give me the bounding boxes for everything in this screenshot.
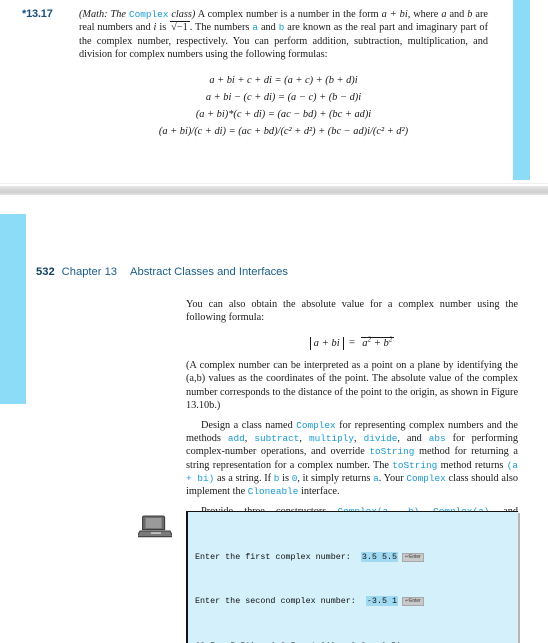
p3-complex: Complex — [296, 419, 336, 431]
exercise-sqrt-value: √−1 — [170, 21, 190, 34]
abs-bars: a + bi — [309, 336, 344, 350]
paragraph-point-plane: (A complex number can be interpreted as … — [186, 360, 519, 411]
p3-f: , and — [397, 433, 429, 445]
p3-cloneable: Cloneable — [247, 485, 299, 497]
p3-abs: abs — [428, 433, 446, 445]
formula-division: (a + bi)/(c + di) = (ac + bd)/(c² + d²) … — [158, 126, 409, 138]
formula-absolute-value: a + bi = a2 + b2 — [186, 333, 518, 350]
chapter-label: Chapter 13 — [61, 266, 118, 278]
exercise-title-code: Complex — [128, 9, 169, 20]
p3-d: , — [299, 433, 309, 445]
console-line: Enter the second complex number: -3.5 1 ↵… — [195, 596, 512, 607]
formula-subtraction: a + bi − (c + di) = (a − c) + (b − d)i — [205, 92, 362, 104]
console-input-first[interactable]: 3.5 5.5 — [360, 551, 399, 562]
formula-multiplication: (a + bi)*(c + di) = (ac − bd) + (bc + ad… — [195, 109, 372, 121]
console-prompt-first: Enter the first complex number: — [195, 551, 361, 562]
page-divider-hairline — [0, 183, 548, 184]
enter-key-badge: ↵Enter — [402, 597, 424, 607]
exercise-number: *13.17 — [22, 8, 53, 20]
p3-divide: divide — [363, 433, 398, 445]
page-divider-band — [0, 186, 548, 195]
page-number: 532 — [36, 266, 55, 278]
page-bottom: 532 Chapter 13 Abstract Classes and Interf… — [0, 200, 548, 643]
margin-tab-left — [0, 214, 26, 404]
p3-k: is — [279, 472, 292, 484]
exercise-p5: . The numbers — [189, 22, 253, 34]
chapter-title: Abstract Classes and Interfaces — [130, 266, 288, 278]
paragraph-abs-intro: You can also obtain the absolute value f… — [186, 299, 518, 324]
running-head: 532 Chapter 13 Abstract Classes and Interf… — [36, 266, 288, 278]
p3-add: add — [227, 433, 245, 445]
abs-equals: = — [346, 337, 358, 349]
exercise-ai: a + bi — [381, 9, 408, 20]
exercise-block: *13.17 (Math: The Complex class) A compl… — [22, 8, 488, 140]
page-top: *13.17 (Math: The Complex class) A compl… — [0, 0, 548, 180]
p3-tostring: toString — [369, 446, 415, 458]
formula-list: a + bi + c + di = (a + c) + (b + d)i a +… — [79, 72, 488, 140]
exercise-and: and — [446, 9, 468, 20]
console-line: Enter the first complex number: 3.5 5.5 ↵… — [195, 551, 512, 563]
p3-tostring2: toString — [392, 459, 438, 471]
laptop-icon — [137, 514, 173, 540]
p3-i: method returns — [437, 459, 507, 471]
paragraph-design-class: Design a class named Complex for represe… — [186, 419, 518, 498]
p3-c: , — [244, 433, 255, 445]
p3-m: . Your — [378, 472, 407, 484]
p3-subtract: subtract — [254, 433, 300, 445]
exercise-sqrt: √−1 — [169, 21, 190, 34]
margin-tab-right — [513, 0, 530, 180]
p3-complex2: Complex — [406, 472, 446, 484]
p3-j: as a string. If — [214, 472, 274, 484]
exercise-title-italic-end: class) — [168, 9, 196, 20]
p3-a: Design a class named — [201, 419, 297, 431]
p3-l: , it simply returns — [297, 472, 374, 484]
console-output: Enter the first complex number: 3.5 5.5 ↵… — [186, 511, 518, 643]
page-divider — [0, 180, 548, 200]
enter-key-badge: ↵Enter — [402, 552, 424, 562]
exercise-p6: and — [258, 22, 279, 34]
p3-o: interface. — [298, 485, 340, 497]
console-input-second[interactable]: -3.5 1 — [365, 596, 399, 607]
sample-run: Enter the first complex number: 3.5 5.5 ↵… — [186, 511, 518, 643]
exercise-text: (Math: The Complex class) A complex numb… — [79, 8, 488, 140]
formula-addition: a + bi + c + di = (a + c) + (b + d)i — [209, 75, 358, 87]
abs-radical: a2 + b2 — [360, 333, 395, 350]
p3-multiply: multiply — [308, 433, 354, 445]
exercise-p1: A complex number is a number in the form — [195, 9, 382, 20]
p3-e: , — [353, 433, 364, 445]
exercise-title-italic: (Math: The — [79, 9, 129, 20]
exercise-p4: is — [156, 22, 170, 34]
exercise-p2: , where — [407, 9, 442, 20]
abs-radicand: a2 + b2 — [361, 335, 395, 349]
console-prompt-second: Enter the second complex number: — [195, 596, 366, 607]
